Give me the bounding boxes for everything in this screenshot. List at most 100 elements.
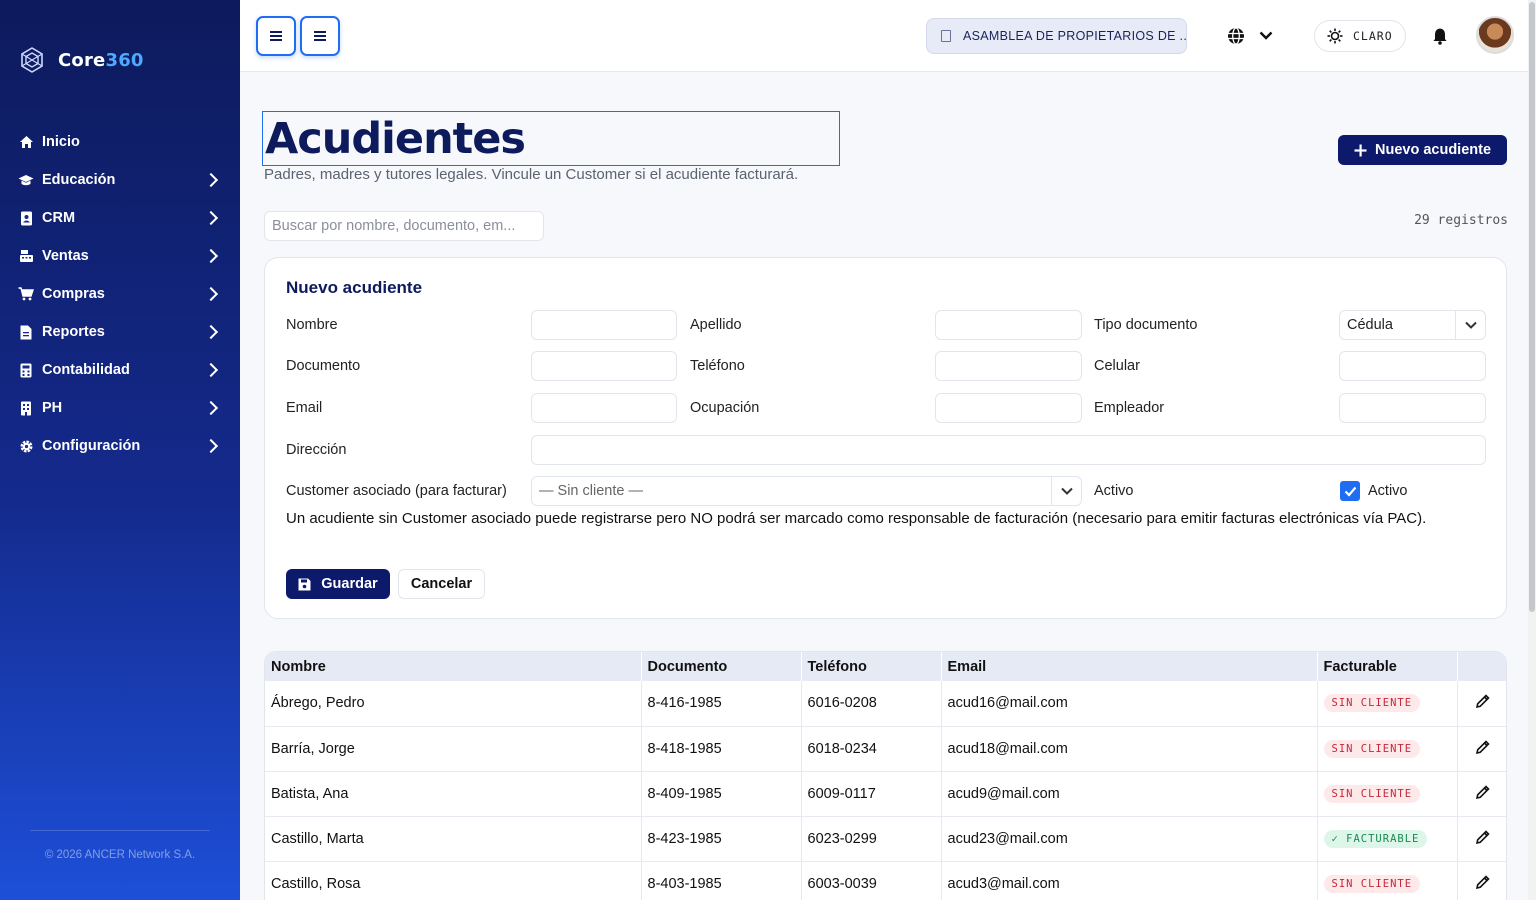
customer-select[interactable]: — Sin cliente — bbox=[531, 476, 1082, 506]
table-row[interactable]: Batista, Ana 8-409-1985 6009-0117 acud9@… bbox=[265, 771, 1506, 817]
brand[interactable]: Core360 bbox=[18, 46, 144, 74]
pencil-edit-icon[interactable] bbox=[1475, 784, 1491, 800]
topbar: ASAMBLEA DE PROPIETARIOS DE ... CLARO bbox=[240, 0, 1528, 72]
shopping-cart-icon bbox=[18, 286, 34, 302]
sidebar-item-compras[interactable]: Compras bbox=[0, 275, 240, 313]
sidebar-item-ventas[interactable]: Ventas bbox=[0, 237, 240, 275]
cell-actions bbox=[1457, 726, 1506, 772]
sidebar-item-crm[interactable]: CRM bbox=[0, 199, 240, 237]
organization-selector[interactable]: ASAMBLEA DE PROPIETARIOS DE ... bbox=[926, 18, 1187, 54]
column-header-email[interactable]: Email bbox=[941, 652, 1318, 681]
scrollbar-thumb[interactable] bbox=[1529, 2, 1535, 612]
tipo-documento-select[interactable]: Cédula bbox=[1339, 310, 1486, 340]
save-button[interactable]: Guardar bbox=[286, 569, 390, 599]
cell-documento: 8-409-1985 bbox=[641, 771, 802, 817]
pencil-edit-icon[interactable] bbox=[1475, 829, 1491, 845]
email-field[interactable] bbox=[531, 393, 677, 423]
floppy-disk-icon bbox=[298, 578, 311, 590]
status-badge: SIN CLIENTE bbox=[1323, 784, 1421, 803]
menu-toggle-button[interactable] bbox=[300, 16, 340, 56]
cell-actions bbox=[1457, 681, 1506, 727]
theme-toggle-button[interactable]: CLARO bbox=[1314, 20, 1406, 52]
core360-logo-icon bbox=[21, 47, 43, 73]
pencil-edit-icon[interactable] bbox=[1475, 693, 1491, 709]
empleador-field[interactable] bbox=[1339, 393, 1486, 423]
telefono-field[interactable] bbox=[935, 351, 1082, 381]
checkmark-icon bbox=[1344, 486, 1356, 497]
column-header-nombre[interactable]: Nombre bbox=[265, 652, 642, 681]
tipo-documento-label: Tipo documento bbox=[1094, 317, 1198, 333]
file-report-icon bbox=[18, 324, 34, 340]
chevron-right-icon bbox=[203, 286, 219, 302]
table-row[interactable]: Ábrego, Pedro 8-416-1985 6016-0208 acud1… bbox=[265, 681, 1506, 727]
cell-email: acud23@mail.com bbox=[941, 816, 1318, 862]
user-avatar[interactable] bbox=[1476, 16, 1514, 54]
chevron-right-icon bbox=[203, 362, 219, 378]
chevron-down-icon[interactable] bbox=[1258, 27, 1274, 43]
bell-icon[interactable] bbox=[1430, 26, 1450, 46]
sidebar-item-contabilidad[interactable]: Contabilidad bbox=[0, 351, 240, 389]
status-badge: ✓ FACTURABLE bbox=[1323, 829, 1428, 848]
sidebar-item-label: Ventas bbox=[42, 248, 89, 264]
documento-field[interactable] bbox=[531, 351, 677, 381]
cell-email: acud3@mail.com bbox=[941, 861, 1318, 900]
table-row[interactable]: Castillo, Rosa 8-403-1985 6003-0039 acud… bbox=[265, 861, 1506, 900]
cell-nombre: Castillo, Rosa bbox=[265, 861, 642, 900]
sidebar-item-ph[interactable]: PH bbox=[0, 389, 240, 427]
direccion-field[interactable] bbox=[531, 435, 1486, 465]
new-guardian-label: Nuevo acudiente bbox=[1374, 142, 1492, 158]
chevron-right-icon bbox=[203, 324, 219, 340]
graduation-cap-icon bbox=[18, 172, 34, 188]
pencil-edit-icon[interactable] bbox=[1475, 874, 1491, 890]
cell-facturable: SIN CLIENTE bbox=[1317, 771, 1458, 817]
globe-icon[interactable] bbox=[1226, 26, 1246, 46]
cell-email: acud18@mail.com bbox=[941, 726, 1318, 772]
ocupacion-label: Ocupación bbox=[690, 400, 760, 416]
nombre-field[interactable] bbox=[531, 310, 677, 340]
sidebar-item-label: Compras bbox=[42, 286, 105, 302]
telefono-label: Teléfono bbox=[690, 358, 745, 374]
chevron-right-icon bbox=[203, 248, 219, 264]
billing-note: Un acudiente sin Customer asociado puede… bbox=[286, 510, 1427, 527]
home-icon bbox=[18, 134, 34, 150]
column-header-facturable[interactable]: Facturable bbox=[1317, 652, 1458, 681]
table-row[interactable]: Barría, Jorge 8-418-1985 6018-0234 acud1… bbox=[265, 726, 1506, 772]
calculator-icon bbox=[18, 362, 34, 378]
contact-book-icon bbox=[18, 210, 34, 226]
sidebar-item-configuracion[interactable]: Configuración bbox=[0, 427, 240, 465]
main-content: Acudientes Padres, madres y tutores lega… bbox=[240, 73, 1528, 900]
sidebar-item-inicio[interactable]: Inicio bbox=[0, 123, 240, 161]
sidebar-toggle-button[interactable] bbox=[256, 16, 296, 56]
apellido-field[interactable] bbox=[935, 310, 1082, 340]
cancel-button[interactable]: Cancelar bbox=[398, 569, 485, 599]
status-badge: SIN CLIENTE bbox=[1323, 874, 1421, 893]
ocupacion-field[interactable] bbox=[935, 393, 1082, 423]
customer-value: — Sin cliente — bbox=[539, 483, 643, 499]
chevron-right-icon bbox=[203, 438, 219, 454]
sidebar-item-label: CRM bbox=[42, 210, 76, 226]
search-input[interactable]: Buscar por nombre, documento, em... bbox=[264, 211, 544, 241]
sidebar-item-reportes[interactable]: Reportes bbox=[0, 313, 240, 351]
column-header-actions bbox=[1457, 652, 1506, 681]
activo-checkbox[interactable] bbox=[1340, 481, 1360, 501]
building-icon bbox=[941, 30, 951, 42]
new-guardian-button[interactable]: Nuevo acudiente bbox=[1338, 135, 1507, 165]
column-header-documento[interactable]: Documento bbox=[641, 652, 802, 681]
sidebar-item-educacion[interactable]: Educación bbox=[0, 161, 240, 199]
table-row[interactable]: Castillo, Marta 8-423-1985 6023-0299 acu… bbox=[265, 816, 1506, 862]
cell-facturable: SIN CLIENTE bbox=[1317, 861, 1458, 900]
cell-actions bbox=[1457, 861, 1506, 900]
save-label: Guardar bbox=[321, 576, 378, 592]
new-guardian-form: Nuevo acudiente Nombre Apellido Tipo doc… bbox=[264, 257, 1507, 619]
celular-field[interactable] bbox=[1339, 351, 1486, 381]
cell-telefono: 6023-0299 bbox=[801, 816, 942, 862]
record-count: 29 registros bbox=[1414, 213, 1508, 228]
pencil-edit-icon[interactable] bbox=[1475, 739, 1491, 755]
activo-check-label: Activo bbox=[1368, 483, 1408, 499]
apellido-label: Apellido bbox=[690, 317, 742, 333]
sidebar: Core360 Inicio Educación CRM Ventas Comp… bbox=[0, 0, 240, 900]
column-header-telefono[interactable]: Teléfono bbox=[801, 652, 942, 681]
guardians-table: Nombre Documento Teléfono Email Facturab… bbox=[264, 651, 1507, 900]
cell-documento: 8-418-1985 bbox=[641, 726, 802, 772]
sidebar-item-label: Educación bbox=[42, 172, 116, 188]
